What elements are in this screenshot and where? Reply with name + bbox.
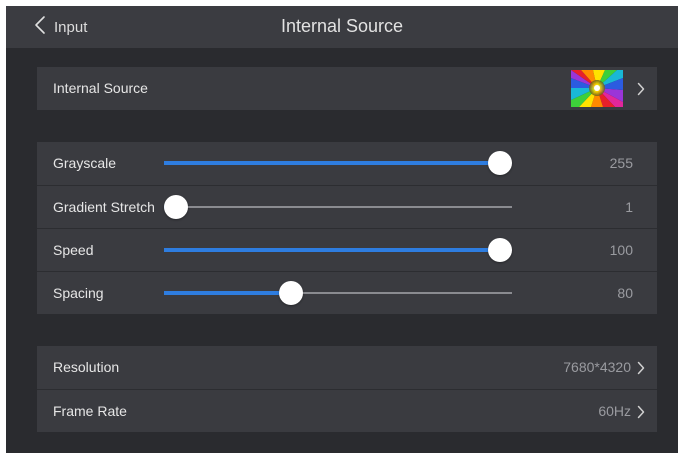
grayscale-value: 255	[609, 155, 633, 171]
spacing-slider[interactable]	[164, 272, 512, 315]
slider-fill	[164, 248, 500, 252]
resolution-label: Resolution	[53, 359, 120, 375]
frame-rate-value: 60Hz	[598, 403, 631, 419]
back-button[interactable]: Input	[34, 15, 88, 40]
internal-source-label: Internal Source	[53, 80, 148, 96]
slider-row-spacing: Spacing 80	[37, 271, 657, 314]
back-label: Input	[54, 18, 88, 36]
frame-rate-row[interactable]: Frame Rate 60Hz	[37, 389, 657, 432]
internal-source-row[interactable]: Internal Source	[37, 67, 657, 110]
pattern-thumbnail-icon	[571, 70, 623, 107]
chevron-left-icon	[34, 15, 46, 40]
slider-track	[164, 206, 512, 208]
gradient-stretch-value: 1	[625, 199, 633, 215]
slider-row-gradient-stretch: Gradient Stretch 1	[37, 185, 657, 228]
slider-row-speed: Speed 100	[37, 228, 657, 271]
slider-row-grayscale: Grayscale 255	[37, 142, 657, 185]
page-title: Internal Source	[280, 16, 404, 36]
spacing-value: 80	[617, 285, 633, 301]
resolution-value: 7680*4320	[563, 359, 631, 375]
title-bar: Internal Source Input	[6, 6, 678, 48]
slider-knob[interactable]	[488, 151, 512, 175]
slider-fill	[164, 161, 500, 165]
chevron-right-icon	[637, 405, 645, 419]
gradient-stretch-label: Gradient Stretch	[53, 199, 155, 215]
chevron-right-icon	[637, 82, 645, 96]
speed-label: Speed	[53, 242, 94, 258]
slider-knob[interactable]	[279, 281, 303, 305]
output-settings-card: Resolution 7680*4320 Frame Rate 60Hz	[37, 346, 657, 432]
slider-fill	[164, 291, 291, 295]
internal-source-screen: Internal Source Input Internal Source Gr…	[6, 6, 678, 453]
resolution-row[interactable]: Resolution 7680*4320	[37, 346, 657, 389]
sliders-card: Grayscale 255 Gradient Stretch 1 Speed 1…	[37, 142, 657, 314]
internal-source-card: Internal Source	[37, 67, 657, 110]
speed-slider[interactable]	[164, 229, 512, 272]
chevron-right-icon	[637, 361, 645, 375]
grayscale-slider[interactable]	[164, 142, 512, 185]
speed-value: 100	[609, 242, 633, 258]
gradient-stretch-slider[interactable]	[164, 186, 512, 229]
grayscale-label: Grayscale	[53, 155, 117, 171]
spacing-label: Spacing	[53, 285, 104, 301]
frame-rate-label: Frame Rate	[53, 403, 127, 419]
slider-knob[interactable]	[164, 195, 188, 219]
slider-knob[interactable]	[488, 238, 512, 262]
